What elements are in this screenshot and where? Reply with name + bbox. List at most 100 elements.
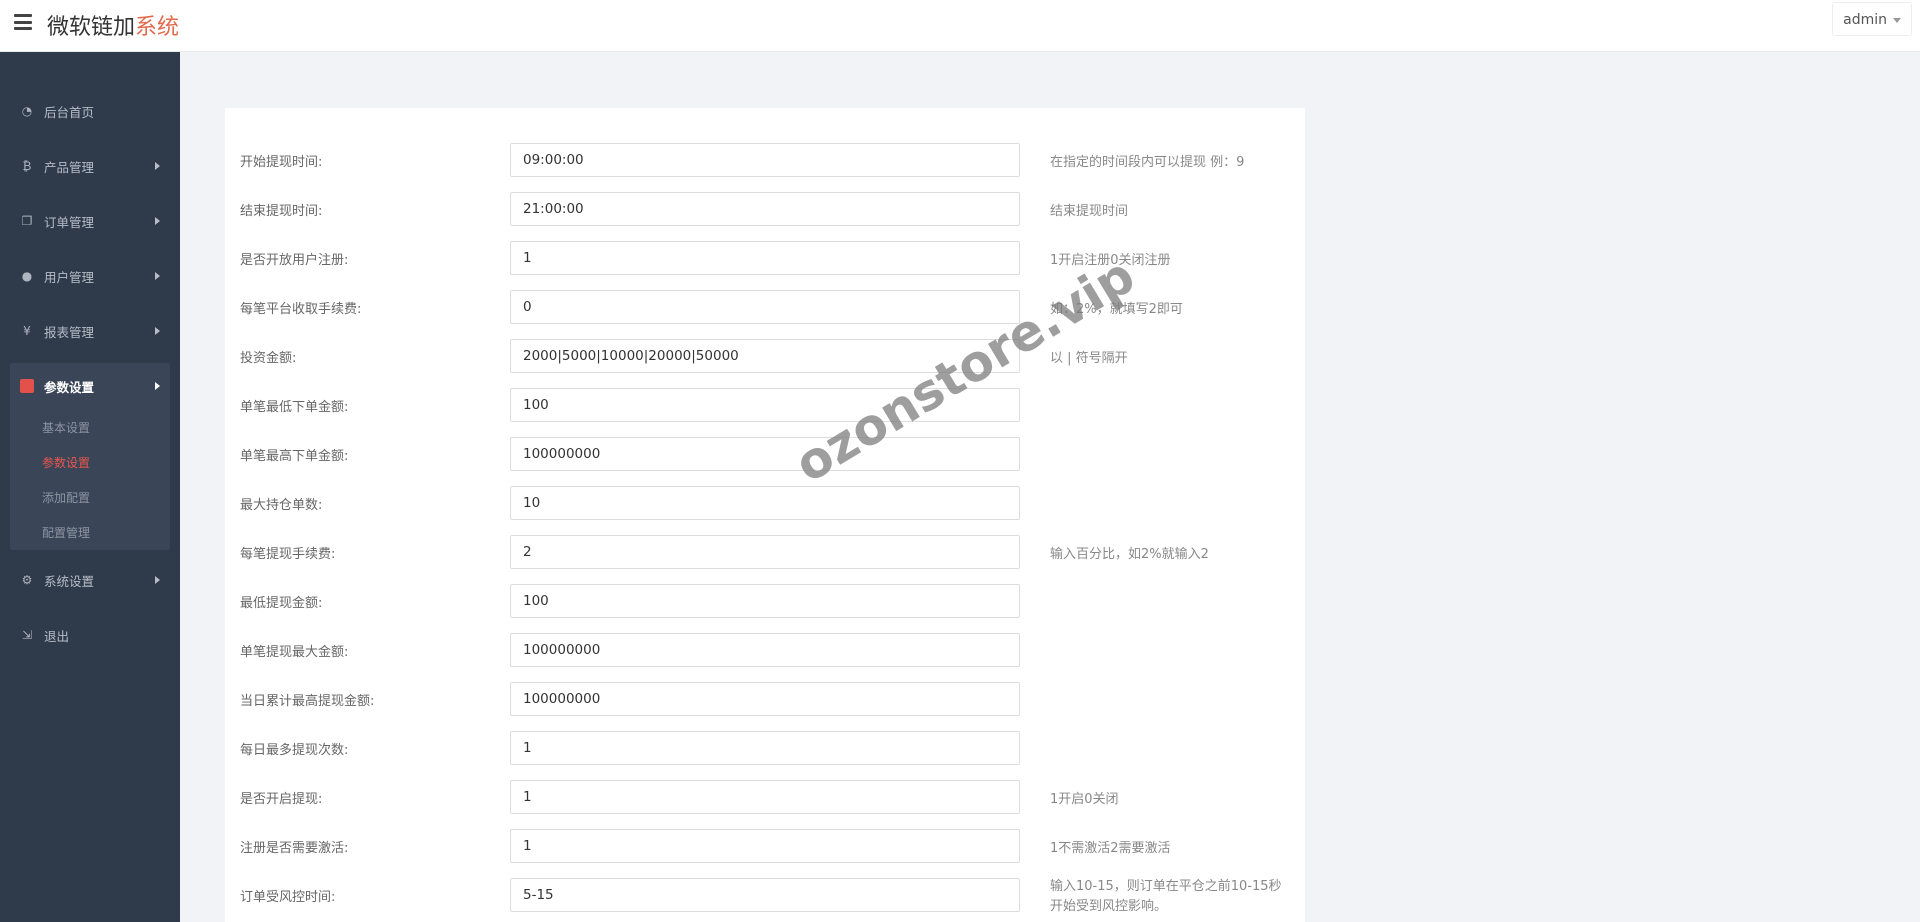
min-withdraw-input[interactable]: 100 bbox=[510, 584, 1020, 618]
dashboard-icon: ◔ bbox=[21, 104, 33, 118]
settings-form-card: 开始提现时间: 09:00:00 在指定的时间段内可以提现 例：9 结束提现时间… bbox=[225, 108, 1305, 922]
sidebar-item-orders[interactable]: ❐ 订单管理 bbox=[0, 198, 180, 244]
risk-control-time-input[interactable]: 5-15 bbox=[510, 878, 1020, 912]
sidebar-item-products[interactable]: ₿ 产品管理 bbox=[0, 143, 180, 189]
sidebar-item-label: 后台首页 bbox=[44, 104, 95, 120]
menu-toggle-icon[interactable] bbox=[14, 14, 32, 30]
chevron-right-icon bbox=[155, 576, 160, 584]
field-label: 最大持仓单数: bbox=[240, 498, 323, 513]
form-row: 是否开放用户注册: 1 1开启注册0关闭注册 bbox=[225, 241, 1305, 275]
gears-icon: ⚙ bbox=[21, 573, 33, 587]
field-label: 单笔提现最大金额: bbox=[240, 645, 349, 660]
bitcoin-icon: ₿ bbox=[22, 159, 32, 173]
sidebar-item-label: 用户管理 bbox=[44, 269, 95, 285]
form-row: 注册是否需要激活: 1 1不需激活2需要激活 bbox=[225, 829, 1305, 863]
form-row: 开始提现时间: 09:00:00 在指定的时间段内可以提现 例：9 bbox=[225, 143, 1305, 177]
daily-max-withdraw-input[interactable]: 100000000 bbox=[510, 682, 1020, 716]
chevron-right-icon bbox=[155, 382, 160, 390]
sidebar-item-label: 产品管理 bbox=[44, 159, 95, 175]
brand-accent: 系统 bbox=[135, 15, 180, 40]
field-label: 单笔最低下单金额: bbox=[240, 400, 349, 415]
form-row: 单笔提现最大金额: 100000000 bbox=[225, 633, 1305, 667]
field-hint: 在指定的时间段内可以提现 例：9 bbox=[1050, 155, 1245, 170]
min-order-amount-input[interactable]: 100 bbox=[510, 388, 1020, 422]
sidebar-item-params[interactable]: 参数设置 bbox=[10, 363, 170, 409]
form-row: 最大持仓单数: 10 bbox=[225, 486, 1305, 520]
field-label: 当日累计最高提现金额: bbox=[240, 694, 375, 709]
sidebar-item-reports[interactable]: ¥ 报表管理 bbox=[0, 308, 180, 354]
yen-icon: ¥ bbox=[23, 324, 31, 338]
user-icon: ● bbox=[21, 269, 33, 283]
form-row: 当日累计最高提现金额: 100000000 bbox=[225, 682, 1305, 716]
sidebar-item-users[interactable]: ● 用户管理 bbox=[0, 253, 180, 299]
enable-withdraw-input[interactable]: 1 bbox=[510, 780, 1020, 814]
field-hint: 如：2%，就填写2即可 bbox=[1050, 302, 1183, 317]
chevron-right-icon bbox=[155, 327, 160, 335]
sidebar-item-logout[interactable]: ⇲ 退出 bbox=[0, 612, 180, 658]
max-order-amount-input[interactable]: 100000000 bbox=[510, 437, 1020, 471]
daily-withdraw-count-input[interactable]: 1 bbox=[510, 731, 1020, 765]
sidebar-subitem-basic[interactable]: 基本设置 bbox=[42, 419, 90, 436]
form-row: 投资金额: 2000|5000|10000|20000|50000 以 | 符号… bbox=[225, 339, 1305, 373]
field-label: 每笔平台收取手续费: bbox=[240, 302, 362, 317]
form-row: 每日最多提现次数: 1 bbox=[225, 731, 1305, 765]
sidebar-item-label: 订单管理 bbox=[44, 214, 95, 230]
chevron-right-icon bbox=[155, 272, 160, 280]
field-hint: 输入百分比，如2%就输入2 bbox=[1050, 547, 1209, 562]
sidebar-item-label: 系统设置 bbox=[44, 573, 95, 589]
field-label: 是否开启提现: bbox=[240, 792, 323, 807]
caret-down-icon bbox=[1893, 17, 1901, 23]
brand-main: 微软链加 bbox=[47, 15, 136, 40]
sign-out-icon: ⇲ bbox=[21, 628, 33, 642]
field-label: 每日最多提现次数: bbox=[240, 743, 349, 758]
form-row: 单笔最高下单金额: 100000000 bbox=[225, 437, 1305, 471]
user-dropdown[interactable]: admin bbox=[1832, 2, 1912, 36]
field-label: 开始提现时间: bbox=[240, 155, 323, 170]
withdraw-start-time-input[interactable]: 09:00:00 bbox=[510, 143, 1020, 177]
form-row: 结束提现时间: 21:00:00 结束提现时间 bbox=[225, 192, 1305, 226]
files-icon bbox=[20, 379, 34, 393]
sidebar-subitem-params[interactable]: 参数设置 bbox=[42, 454, 90, 471]
field-hint: 1开启注册0关闭注册 bbox=[1050, 253, 1171, 268]
registration-activation-input[interactable]: 1 bbox=[510, 829, 1020, 863]
platform-fee-input[interactable]: 0 bbox=[510, 290, 1020, 324]
field-label: 最低提现金额: bbox=[240, 596, 323, 611]
field-hint: 1开启0关闭 bbox=[1050, 792, 1119, 807]
form-row: 每笔平台收取手续费: 0 如：2%，就填写2即可 bbox=[225, 290, 1305, 324]
brand-title: 微软链加系统 bbox=[47, 9, 179, 41]
open-registration-input[interactable]: 1 bbox=[510, 241, 1020, 275]
form-row: 单笔最低下单金额: 100 bbox=[225, 388, 1305, 422]
field-hint: 输入10-15，则订单在平仓之前10-15秒 开始受到风控影响。 bbox=[1050, 877, 1282, 917]
field-label: 每笔提现手续费: bbox=[240, 547, 336, 562]
field-hint: 结束提现时间 bbox=[1050, 204, 1129, 219]
field-label: 单笔最高下单金额: bbox=[240, 449, 349, 464]
field-label: 是否开放用户注册: bbox=[240, 253, 349, 268]
sidebar-item-label: 报表管理 bbox=[44, 324, 95, 340]
sidebar-item-system[interactable]: ⚙ 系统设置 bbox=[0, 557, 180, 603]
hint-line: 输入10-15，则订单在平仓之前10-15秒 bbox=[1050, 879, 1282, 894]
sidebar-item-label: 退出 bbox=[44, 628, 70, 644]
investment-amount-input[interactable]: 2000|5000|10000|20000|50000 bbox=[510, 339, 1020, 373]
max-positions-input[interactable]: 10 bbox=[510, 486, 1020, 520]
user-name: admin bbox=[1843, 12, 1887, 28]
sidebar: ◔ 后台首页 ₿ 产品管理 ❐ 订单管理 ● 用户管理 ¥ 报表管理 参数设置 … bbox=[0, 52, 180, 922]
hint-line: 开始受到风控影响。 bbox=[1050, 899, 1168, 914]
field-label: 订单受风控时间: bbox=[240, 890, 336, 905]
form-row: 订单受风控时间: 5-15 输入10-15，则订单在平仓之前10-15秒 开始受到… bbox=[225, 878, 1305, 914]
form-row: 最低提现金额: 100 bbox=[225, 584, 1305, 618]
withdraw-end-time-input[interactable]: 21:00:00 bbox=[510, 192, 1020, 226]
form-row: 每笔提现手续费: 2 输入百分比，如2%就输入2 bbox=[225, 535, 1305, 569]
chevron-right-icon bbox=[155, 217, 160, 225]
sidebar-subitem-manage-config[interactable]: 配置管理 bbox=[42, 524, 90, 541]
top-header: 微软链加系统 admin bbox=[0, 0, 1920, 52]
sidebar-item-label: 参数设置 bbox=[44, 379, 95, 395]
field-label: 投资金额: bbox=[240, 351, 297, 366]
field-hint: 以 | 符号隔开 bbox=[1050, 351, 1128, 366]
form-row: 是否开启提现: 1 1开启0关闭 bbox=[225, 780, 1305, 814]
sidebar-subitem-add-config[interactable]: 添加配置 bbox=[42, 489, 90, 506]
sidebar-item-dashboard[interactable]: ◔ 后台首页 bbox=[0, 88, 180, 134]
max-single-withdraw-input[interactable]: 100000000 bbox=[510, 633, 1020, 667]
field-label: 结束提现时间: bbox=[240, 204, 323, 219]
withdraw-fee-input[interactable]: 2 bbox=[510, 535, 1020, 569]
field-hint: 1不需激活2需要激活 bbox=[1050, 841, 1171, 856]
